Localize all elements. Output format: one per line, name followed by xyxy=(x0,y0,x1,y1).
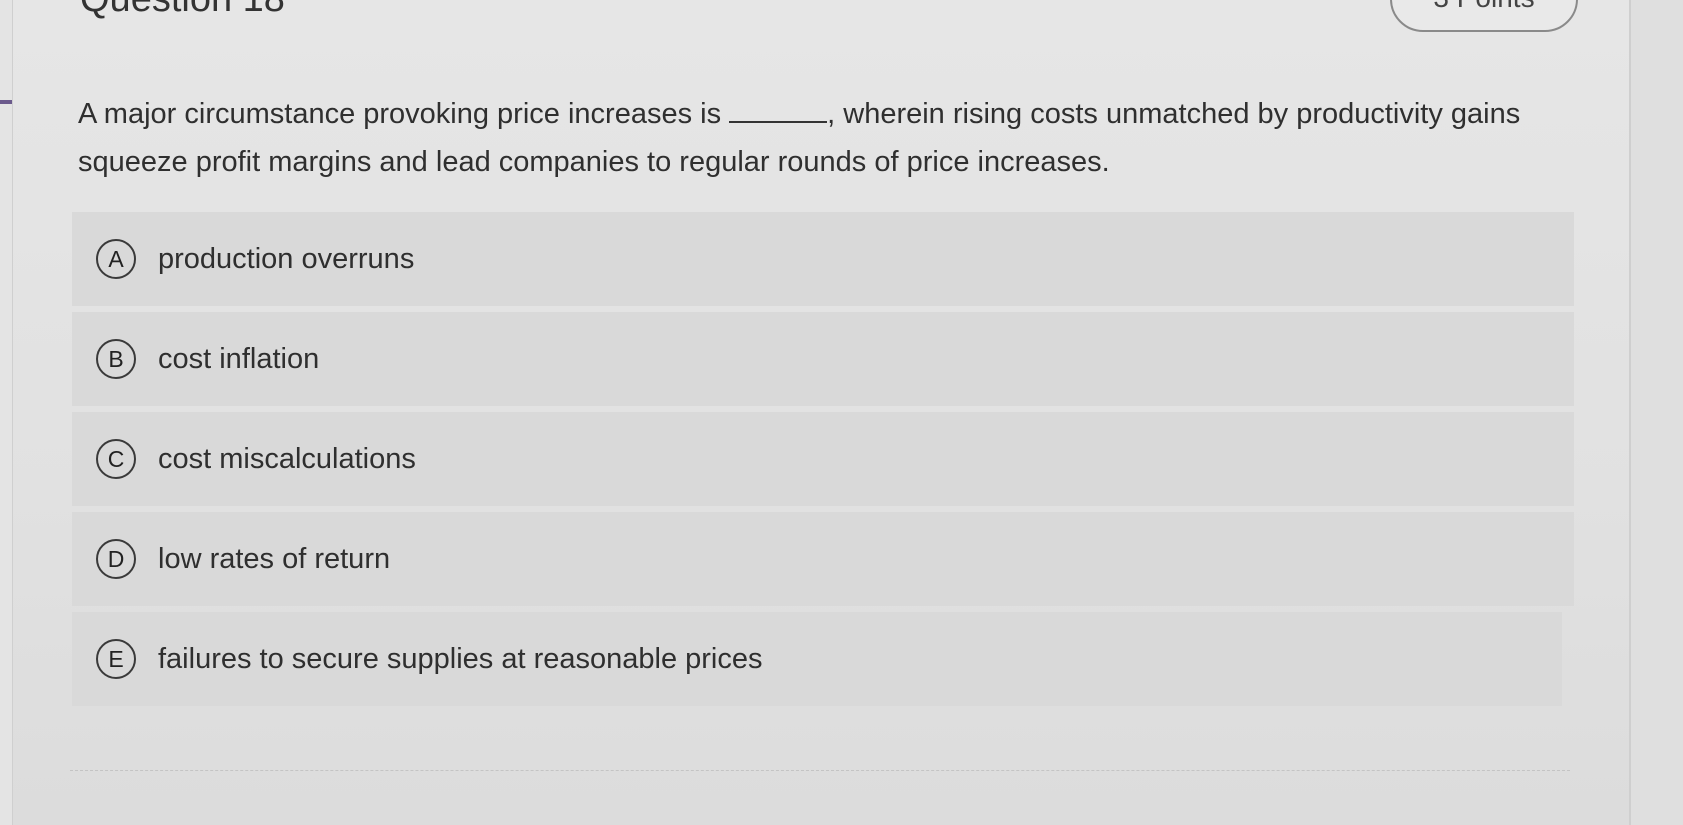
option-a[interactable]: A production overruns xyxy=(72,212,1574,306)
option-e[interactable]: E failures to secure supplies at reasona… xyxy=(72,612,1562,706)
option-text: low rates of return xyxy=(158,542,391,575)
points-badge: 3 Points xyxy=(1390,0,1578,32)
question-prompt: A major circumstance provoking price inc… xyxy=(78,90,1558,186)
section-divider xyxy=(70,770,1570,771)
question-title: Question 18 xyxy=(80,0,285,21)
quiz-page: Question 18 3 Points A major circumstanc… xyxy=(0,0,1683,825)
option-text: cost inflation xyxy=(158,342,320,375)
answer-options: A production overruns B cost inflation C… xyxy=(72,212,1574,712)
left-panel-marker xyxy=(0,100,12,104)
option-letter-badge: A xyxy=(96,239,136,279)
answer-blank xyxy=(729,99,828,123)
right-panel-edge xyxy=(1629,0,1683,825)
option-letter-badge: E xyxy=(96,639,136,679)
option-text: production overruns xyxy=(158,242,415,275)
option-d[interactable]: D low rates of return xyxy=(72,512,1574,606)
option-letter-badge: C xyxy=(96,439,136,479)
option-letter-badge: D xyxy=(96,539,136,579)
left-panel-edge xyxy=(0,0,13,825)
prompt-text-before: A major circumstance provoking price inc… xyxy=(78,98,730,130)
option-c[interactable]: C cost miscalculations xyxy=(72,412,1574,506)
option-text: failures to secure supplies at reasonabl… xyxy=(158,642,763,675)
option-letter-badge: B xyxy=(96,339,136,379)
option-b[interactable]: B cost inflation xyxy=(72,312,1574,406)
option-text: cost miscalculations xyxy=(158,442,416,475)
